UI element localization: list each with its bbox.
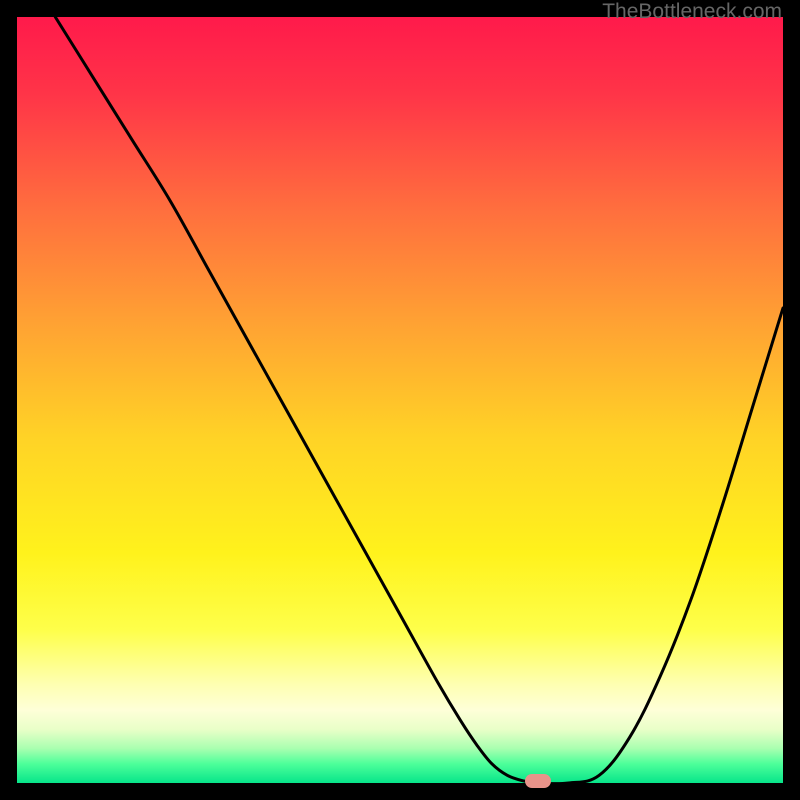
chart-frame: TheBottleneck.com	[0, 0, 800, 800]
plot-area	[17, 17, 783, 783]
watermark-text: TheBottleneck.com	[602, 0, 782, 24]
gradient-background	[17, 17, 783, 783]
plot-svg	[17, 17, 783, 783]
optimal-marker-icon	[525, 774, 551, 788]
